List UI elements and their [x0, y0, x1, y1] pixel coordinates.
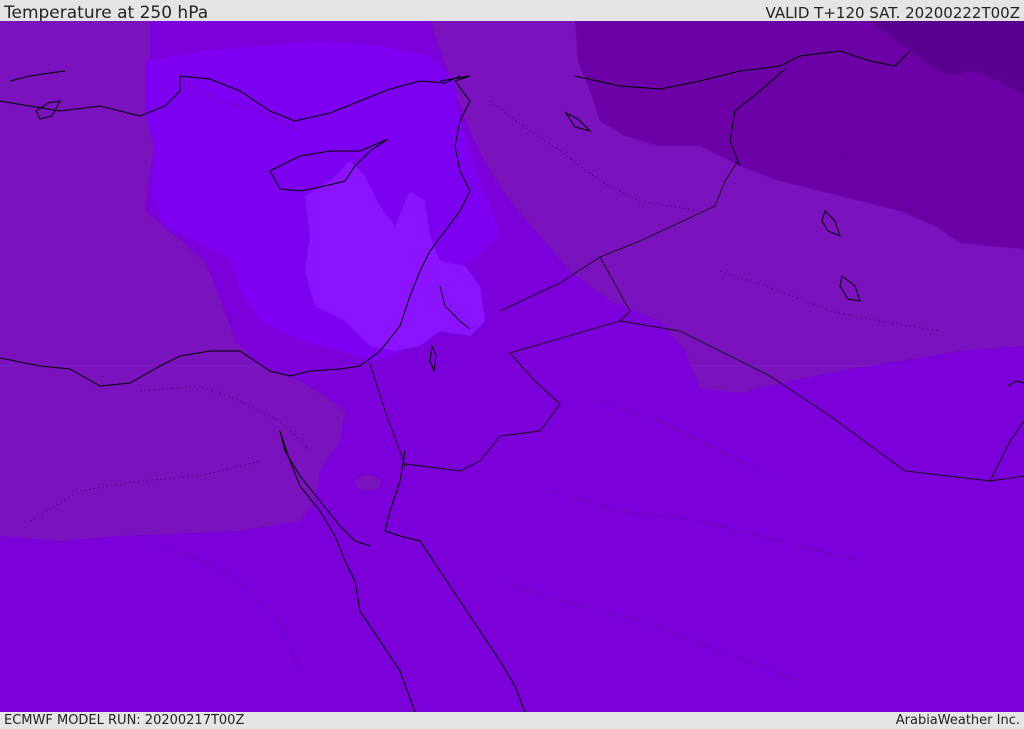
model-run-label: ECMWF MODEL RUN: 20200217T00Z	[4, 713, 245, 728]
valid-time-label: VALID T+120 SAT. 20200222T00Z	[765, 4, 1020, 22]
header-bar: Temperature at 250 hPa VALID T+120 SAT. …	[0, 0, 1024, 23]
credit-label: ArabiaWeather Inc.	[895, 713, 1020, 728]
temperature-blob-sinai	[355, 475, 381, 491]
map-svg	[0, 21, 1024, 712]
footer-bar: ECMWF MODEL RUN: 20200217T00Z ArabiaWeat…	[0, 712, 1024, 729]
weather-map[interactable]	[0, 21, 1024, 712]
map-title: Temperature at 250 hPa	[4, 3, 209, 23]
